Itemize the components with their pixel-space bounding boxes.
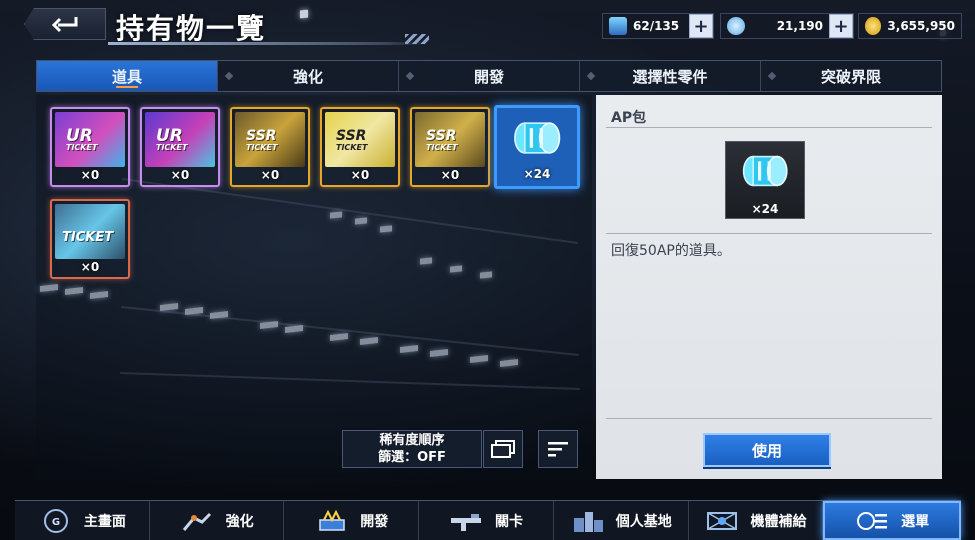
ap-pack-icon <box>742 155 788 187</box>
menu-icon <box>857 511 888 530</box>
nav-label: 選單 <box>901 513 930 530</box>
gem-icon <box>727 17 745 35</box>
tab-enhance[interactable]: 強化 <box>218 61 399 91</box>
item-text: SSR <box>246 128 277 144</box>
sort-direction-button[interactable] <box>538 430 578 468</box>
item-ssr-ticket[interactable]: SSR TICKET ×0 <box>230 107 310 187</box>
tab-label: 突破界限 <box>820 67 881 86</box>
item-detail-icon: ×24 <box>725 141 805 219</box>
divider <box>606 233 932 234</box>
item-grid: UR TICKET ×0 UR TICKET ×0 SSR TICKET ×0 SSR… <box>36 95 592 479</box>
nav-menu[interactable]: 選單 <box>823 501 962 540</box>
card-view-icon <box>491 440 515 458</box>
coin-counter: 3,655,950 <box>858 13 962 39</box>
tab-label: 選擇性零件 <box>632 67 708 86</box>
add-capacity-button[interactable]: + <box>689 14 713 38</box>
tab-label: 道具 <box>111 67 142 86</box>
title-underline <box>108 42 428 45</box>
category-tabs: 道具 強化 開發 選擇性零件 突破界限 <box>36 60 942 92</box>
use-button[interactable]: 使用 <box>703 433 831 467</box>
tab-label: 開發 <box>473 67 504 86</box>
tab-optional-parts[interactable]: 選擇性零件 <box>580 61 761 91</box>
filter-status-label: 篩選：OFF <box>378 450 446 465</box>
item-count: ×0 <box>350 168 370 182</box>
capacity-icon <box>609 17 627 35</box>
nav-label: 關卡 <box>495 513 524 530</box>
item-sub: TICKET <box>336 143 368 152</box>
sort-filter-button[interactable]: 稀有度順序 篩選：OFF <box>342 430 482 468</box>
divider <box>606 127 932 128</box>
title-decoration <box>405 34 429 44</box>
rifle-icon <box>451 513 482 531</box>
capacity-value: 62/135 <box>633 19 680 33</box>
back-button[interactable] <box>24 8 106 40</box>
nav-enhance[interactable]: 強化 <box>150 501 285 540</box>
item-count: ×0 <box>260 168 280 182</box>
nav-home[interactable]: G 主畫面 <box>15 501 150 540</box>
bottom-navigation: G 主畫面 強化 開發 關卡 個人基地 機體補給 選單 <box>15 500 962 540</box>
divider <box>606 418 932 419</box>
item-ur-ticket[interactable]: UR TICKET ×0 <box>50 107 130 187</box>
sort-order-label: 稀有度順序 <box>379 433 445 448</box>
back-arrow-icon <box>51 17 78 33</box>
nav-label: 機體補給 <box>750 513 807 530</box>
robot-arm-icon <box>182 512 211 531</box>
gem-counter: 21,190 + <box>720 13 854 39</box>
item-sub: TICKET <box>426 143 458 152</box>
item-description: 回復50AP的道具。 <box>611 243 731 259</box>
page-title: 持有物一覽 <box>116 12 267 45</box>
coin-value: 3,655,950 <box>887 19 955 33</box>
tab-develop[interactable]: 開發 <box>399 61 580 91</box>
nav-label: 個人基地 <box>615 513 672 530</box>
item-count: ×0 <box>170 168 190 182</box>
item-ur-ticket[interactable]: UR TICKET ×0 <box>140 107 220 187</box>
tab-limit-break[interactable]: 突破界限 <box>761 61 941 91</box>
coin-icon <box>865 17 882 35</box>
capacity-counter: 62/135 + <box>602 13 714 39</box>
item-name: AP包 <box>611 110 647 126</box>
base-icon <box>573 511 603 532</box>
svg-text:G: G <box>52 517 60 528</box>
item-text: SSR <box>336 128 367 144</box>
item-ap-pack-selected[interactable]: ×24 <box>494 105 580 189</box>
item-ssr-ticket[interactable]: SSR TICKET ×0 <box>320 107 400 187</box>
nav-stages[interactable]: 關卡 <box>419 501 554 540</box>
item-sub: TICKET <box>246 143 278 152</box>
item-count: ×0 <box>80 168 100 182</box>
item-sr-ticket[interactable]: TICKET ×0 <box>50 199 130 279</box>
tab-items[interactable]: 道具 <box>37 61 218 91</box>
nav-personal-base[interactable]: 個人基地 <box>554 501 689 540</box>
gem-value: 21,190 <box>776 19 823 33</box>
item-count: ×0 <box>80 260 100 274</box>
item-detail-count: ×24 <box>751 202 779 216</box>
development-icon <box>319 509 346 531</box>
item-text: SSR <box>426 128 457 144</box>
nav-develop[interactable]: 開發 <box>284 501 420 540</box>
item-count: ×0 <box>440 168 460 182</box>
item-detail-panel: AP包 ×24 回復50AP的道具。 使用 <box>596 95 942 479</box>
supply-icon <box>707 511 738 530</box>
nav-label: 強化 <box>225 513 254 530</box>
nav-mobile-suit-supply[interactable]: 機體補給 <box>689 501 824 540</box>
item-sub: TICKET <box>156 143 188 152</box>
sort-lines-icon <box>548 442 568 457</box>
item-count: ×24 <box>523 167 551 181</box>
ap-pack-icon <box>514 122 561 154</box>
view-toggle-button[interactable] <box>483 430 523 468</box>
nav-label: 開發 <box>360 513 389 530</box>
nav-label: 主畫面 <box>83 513 126 530</box>
item-sub: TICKET <box>66 143 98 152</box>
item-text: TICKET <box>62 230 114 245</box>
item-ssr-ticket[interactable]: SSR TICKET ×0 <box>410 107 490 187</box>
tab-label: 強化 <box>292 67 323 86</box>
home-emblem-icon: G <box>43 508 68 533</box>
add-gems-button[interactable]: + <box>829 14 853 38</box>
